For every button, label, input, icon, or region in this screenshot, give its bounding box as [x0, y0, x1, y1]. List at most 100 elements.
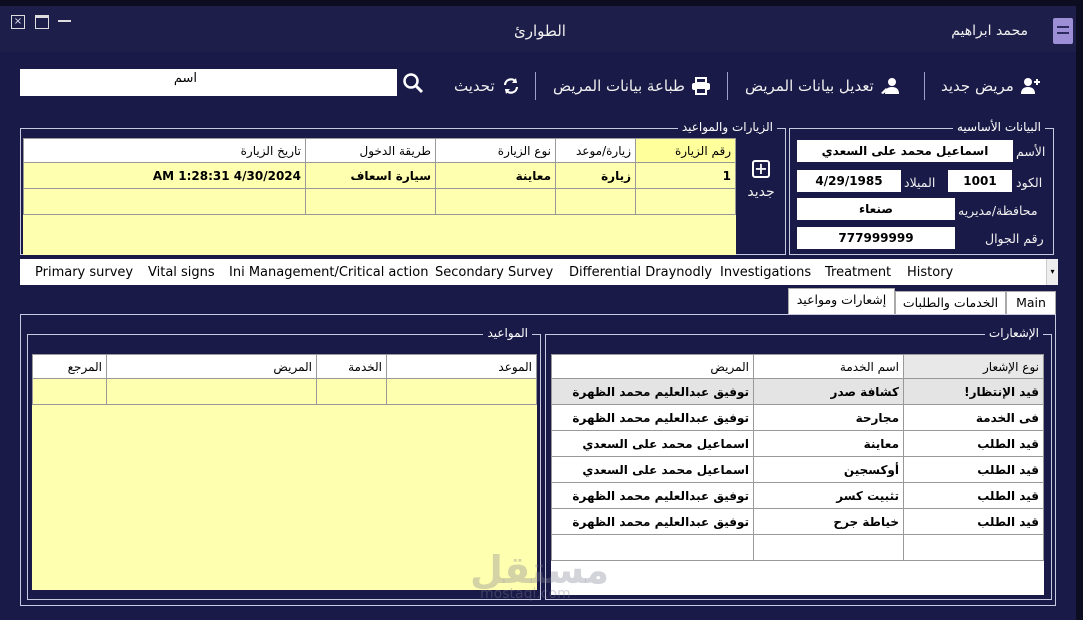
- cell: 4/30/2024 1:28:31 AM: [23, 162, 306, 189]
- tab-scroll-icon[interactable]: ▾: [1046, 259, 1058, 285]
- col-notification-type[interactable]: نوع الإشعار: [903, 354, 1044, 379]
- col-reference[interactable]: المرجع: [32, 354, 107, 379]
- table-row[interactable]: قيد الطلب معاينة اسماعيل محمد على السعدي: [551, 430, 1044, 457]
- cell: قيد الطلب: [903, 508, 1044, 535]
- subtab-services[interactable]: الخدمات والطلبات: [895, 291, 1006, 315]
- code-field[interactable]: 1001: [948, 170, 1012, 192]
- mobile-field[interactable]: 777999999: [797, 227, 955, 249]
- table-row[interactable]: قيد الطلب أوكسجين اسماعيل محمد على السعدي: [551, 456, 1044, 483]
- receipt-icon: [1053, 18, 1073, 44]
- cell: 1: [635, 162, 736, 189]
- close-icon[interactable]: ×: [11, 15, 25, 29]
- col-patient[interactable]: المريض: [551, 354, 754, 379]
- table-row[interactable]: [23, 188, 736, 215]
- notifications-title: الإشعارات: [984, 326, 1043, 340]
- print-label: طباعة بيانات المريض: [553, 77, 685, 95]
- tab-vital-signs[interactable]: Vital signs: [148, 265, 215, 280]
- col-visit-number[interactable]: رقم الزيارة: [635, 138, 736, 163]
- cell: زيارة: [555, 162, 636, 189]
- tab-treatment[interactable]: Treatment: [825, 265, 891, 280]
- plus-icon: +: [752, 160, 770, 178]
- search-icon[interactable]: [402, 72, 424, 94]
- col-visit-date[interactable]: تاريخ الزيارة: [23, 138, 306, 163]
- visits-grid: رقم الزيارة زيارة/موعد نوع الزيارة طريقة…: [23, 138, 736, 255]
- cell: مجارحة: [753, 404, 904, 431]
- cell: خياطة جرح: [753, 508, 904, 535]
- print-patient-button[interactable]: طباعة بيانات المريض: [553, 74, 711, 98]
- toolbar-separator: [924, 72, 925, 100]
- birth-label: الميلاد: [904, 175, 936, 190]
- subtab-main[interactable]: Main: [1006, 291, 1056, 315]
- visits-title: الزيارات والمواعيد: [677, 120, 777, 134]
- cell: كشافة صدر: [753, 378, 904, 405]
- cell: سيارة اسعاف: [305, 162, 436, 189]
- col-service-name[interactable]: اسم الخدمة: [753, 354, 904, 379]
- new-visit-label: جديد: [747, 184, 775, 200]
- tab-history[interactable]: History: [907, 265, 953, 280]
- edit-label: تعديل بيانات المريض: [745, 77, 874, 95]
- maximize-icon[interactable]: [35, 15, 49, 29]
- title-bar: × الطوارئ محمد ابراهيم: [0, 6, 1076, 52]
- tab-secondary-survey[interactable]: Secondary Survey: [435, 265, 553, 280]
- cell: اسماعيل محمد على السعدي: [551, 456, 754, 483]
- printer-icon: [691, 77, 710, 95]
- col-visit-kind[interactable]: نوع الزيارة: [435, 138, 556, 163]
- user-edit-icon: [880, 78, 899, 94]
- cell: قيد الطلب: [903, 456, 1044, 483]
- col-visit-type-appt[interactable]: زيارة/موعد: [555, 138, 636, 163]
- user-plus-icon: [1020, 78, 1040, 94]
- birth-date-field[interactable]: 4/29/1985: [797, 170, 901, 192]
- cell: توفيق عبدالعليم محمد الظهرة: [551, 482, 754, 509]
- toolbar-separator: [535, 72, 536, 100]
- cell: اسماعيل محمد على السعدي: [551, 430, 754, 457]
- tab-ini-management[interactable]: Ini Management/Critical action: [229, 265, 428, 280]
- search-input[interactable]: اسم: [20, 69, 397, 96]
- cell: معاينة: [753, 430, 904, 457]
- watermark-url: mostaql.com: [480, 586, 571, 602]
- cell: معاينة: [435, 162, 556, 189]
- table-row[interactable]: [32, 378, 537, 405]
- col-appointment[interactable]: الموعد: [386, 354, 537, 379]
- table-row[interactable]: قيد الطلب تثبيت كسر توفيق عبدالعليم محمد ا…: [551, 482, 1044, 509]
- notifications-grid: نوع الإشعار اسم الخدمة المريض قيد الإنتظ…: [551, 354, 1044, 595]
- governorate-field[interactable]: صنعاء: [797, 198, 955, 220]
- col-appt-patient[interactable]: المريض: [106, 354, 317, 379]
- edit-patient-button[interactable]: تعديل بيانات المريض: [745, 74, 900, 98]
- col-entry-method[interactable]: طريقة الدخول: [305, 138, 436, 163]
- tab-differential[interactable]: Differential Draynodly: [569, 265, 712, 280]
- refresh-label: تحديث: [454, 77, 495, 95]
- table-row[interactable]: قيد الطلب خياطة جرح توفيق عبدالعليم محمد ا…: [551, 508, 1044, 535]
- basic-data-title: البيانات الأساسيه: [953, 120, 1045, 134]
- tab-strip: Primary survey Vital signs Ini Managemen…: [20, 259, 1058, 285]
- col-service[interactable]: الخدمة: [316, 354, 387, 379]
- toolbar-separator: [727, 72, 728, 100]
- table-row[interactable]: [551, 534, 1044, 561]
- cell: قيد الطلب: [903, 430, 1044, 457]
- tab-investigations[interactable]: Investigations: [720, 265, 811, 280]
- new-visit-button[interactable]: + جديد: [744, 160, 778, 200]
- cell: قيد الإنتظار!: [903, 378, 1044, 405]
- code-label: الكود: [1016, 175, 1043, 190]
- refresh-button[interactable]: تحديث: [454, 74, 521, 98]
- name-label: الأسم: [1016, 144, 1046, 159]
- cell: فى الخدمة: [903, 404, 1044, 431]
- appointments-grid: الموعد الخدمة المريض المرجع: [32, 354, 537, 590]
- table-row[interactable]: 1 زيارة معاينة سيارة اسعاف 4/30/2024 1:2…: [23, 162, 736, 189]
- subtab-notifications[interactable]: إشعارات ومواعيد: [788, 288, 895, 315]
- appointments-title: المواعيد: [483, 326, 532, 340]
- cell: توفيق عبدالعليم محمد الظهرة: [551, 378, 754, 405]
- patient-name-field[interactable]: اسماعيل محمد على السعدي: [797, 140, 1013, 162]
- tab-primary-survey[interactable]: Primary survey: [35, 265, 133, 280]
- governorate-label: محافظة/مديريه: [958, 203, 1038, 218]
- table-row[interactable]: فى الخدمة مجارحة توفيق عبدالعليم محمد الظه…: [551, 404, 1044, 431]
- new-patient-button[interactable]: مريض جديد: [941, 74, 1040, 98]
- cell: توفيق عبدالعليم محمد الظهرة: [551, 508, 754, 535]
- user-name: محمد ابراهيم: [951, 23, 1028, 39]
- cell: توفيق عبدالعليم محمد الظهرة: [551, 404, 754, 431]
- mobile-label: رقم الجوال: [985, 231, 1044, 246]
- window-title: الطوارئ: [514, 22, 566, 40]
- minimize-icon[interactable]: [58, 20, 71, 22]
- refresh-icon: [503, 78, 518, 94]
- table-row[interactable]: قيد الإنتظار! كشافة صدر توفيق عبدالعليم مح…: [551, 378, 1044, 405]
- new-patient-label: مريض جديد: [941, 77, 1014, 95]
